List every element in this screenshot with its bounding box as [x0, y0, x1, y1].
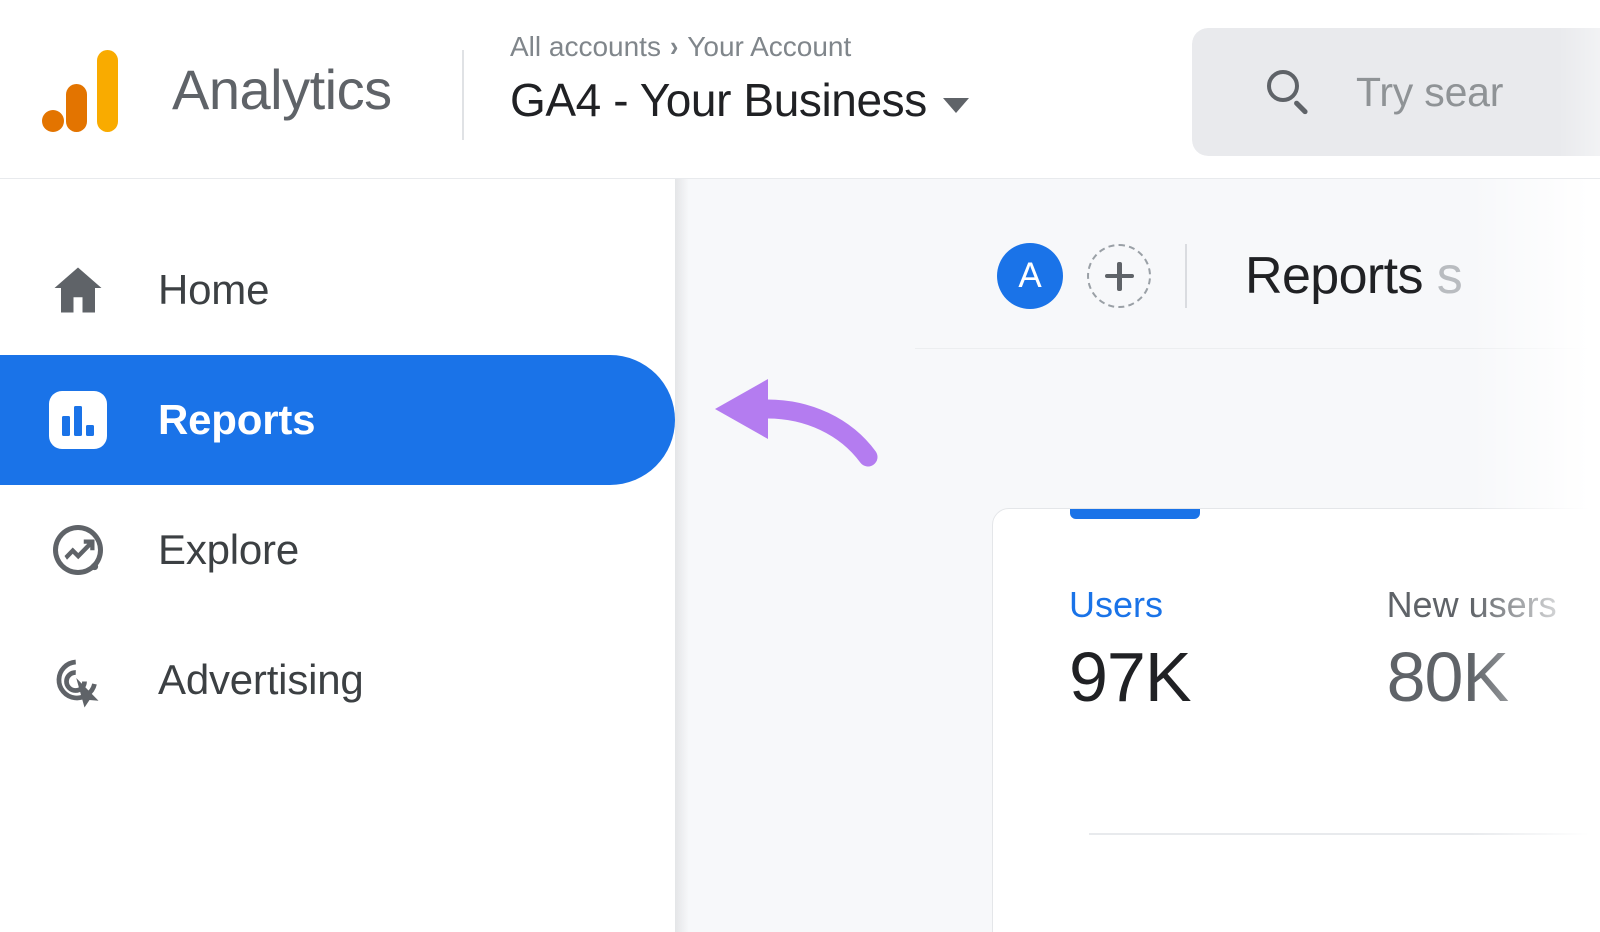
sidebar-item-home[interactable]: Home	[0, 225, 675, 355]
toolbar-divider	[1185, 243, 1187, 308]
metric-value: 97K	[1069, 638, 1192, 717]
metric-value: 80K	[1386, 638, 1510, 717]
advertising-icon	[46, 648, 110, 712]
search-placeholder: Try sear	[1356, 68, 1504, 115]
google-analytics-logo-icon	[42, 48, 120, 132]
metric-row: Users 97K New users 80K	[1069, 584, 1557, 715]
explore-icon	[46, 518, 110, 582]
home-icon	[46, 258, 110, 322]
breadcrumb-separator-icon: ›	[669, 30, 679, 63]
metric-label: Users	[1069, 584, 1164, 625]
breadcrumb-root[interactable]: All accounts	[510, 30, 661, 64]
brand-wordmark: Analytics	[172, 58, 392, 121]
plus-circle-icon[interactable]	[1087, 243, 1151, 308]
breadcrumb-current[interactable]: Your Account	[687, 30, 851, 64]
metrics-card: Users 97K New users 80K	[992, 508, 1600, 932]
app-header: Analytics All accounts › Your Account GA…	[0, 0, 1600, 179]
brand-logo-group[interactable]: Analytics	[42, 48, 392, 132]
page-title-text: Reports	[1245, 246, 1437, 305]
sidebar-item-advertising[interactable]: Advertising	[0, 615, 675, 745]
page-title: Reports s	[1245, 246, 1463, 306]
sidebar-item-label: Advertising	[158, 656, 364, 703]
content-divider	[915, 348, 1600, 349]
search-input[interactable]: Try sear	[1192, 28, 1600, 156]
sidebar: Home Reports Explore Advertising	[0, 179, 675, 932]
bar-chart-icon	[46, 388, 110, 452]
search-icon	[1266, 69, 1312, 115]
sidebar-item-reports[interactable]: Reports	[0, 355, 675, 485]
account-picker[interactable]: GA4 - Your Business	[510, 74, 1170, 127]
breadcrumb: All accounts › Your Account	[510, 30, 1170, 64]
sidebar-item-label: Explore	[158, 526, 300, 573]
page-title-suffix: s	[1436, 246, 1463, 305]
metric-new-users[interactable]: New users 80K	[1387, 584, 1557, 715]
avatar[interactable]: A	[997, 242, 1063, 309]
sidebar-item-explore[interactable]: Explore	[0, 485, 675, 615]
chevron-down-icon	[942, 97, 969, 113]
active-tab-indicator	[1070, 509, 1200, 519]
account-block: All accounts › Your Account GA4 - Your B…	[510, 30, 1170, 126]
sidebar-item-label: Reports	[158, 396, 316, 443]
account-name: GA4 - Your Business	[510, 73, 927, 126]
card-divider	[1089, 833, 1600, 835]
sidebar-item-label: Home	[158, 266, 270, 313]
content-toolbar: A Reports s	[675, 203, 1600, 348]
header-vertical-divider	[462, 50, 464, 140]
main-content: A Reports s Users 97K New users 80K	[675, 179, 1600, 932]
metric-users[interactable]: Users 97K	[1069, 584, 1192, 717]
metric-label: New users	[1386, 584, 1557, 625]
